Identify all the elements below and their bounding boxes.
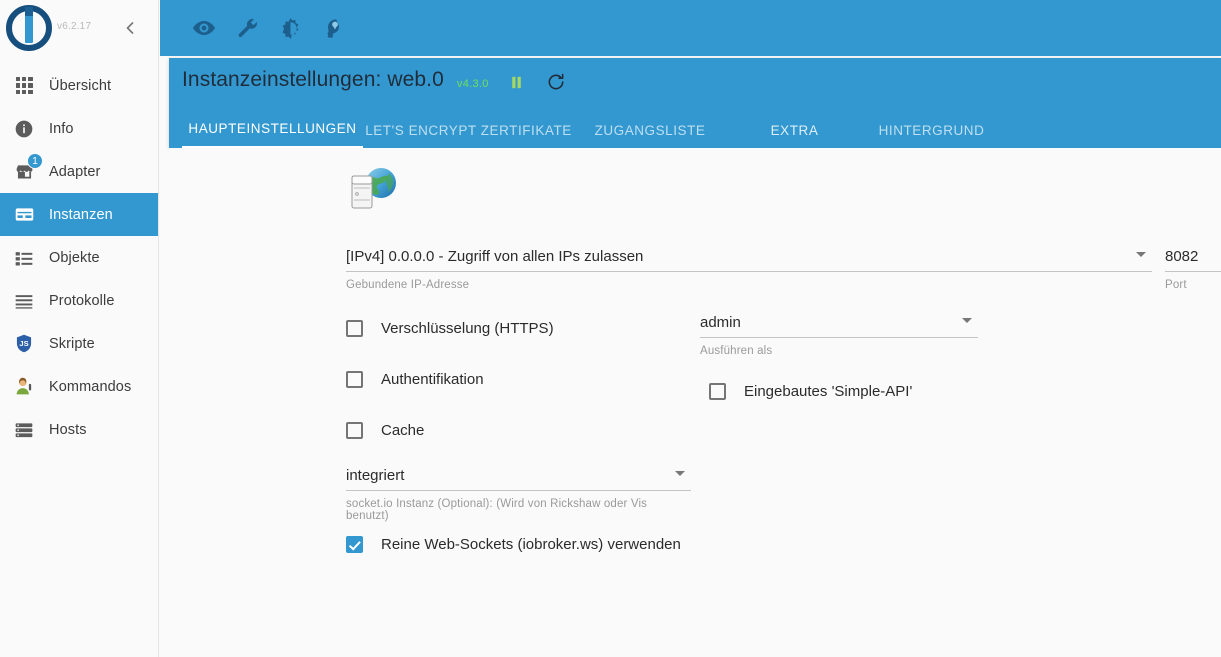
https-label: Verschlüsselung (HTTPS) xyxy=(381,320,554,337)
web-server-globe-icon xyxy=(346,166,401,214)
sidebar-item-label: Info xyxy=(49,120,74,137)
sidebar-item-objekte[interactable]: Objekte xyxy=(0,236,158,279)
sidebar-item-label: Übersicht xyxy=(49,77,112,94)
tab-lets-encrypt-zertifikate[interactable]: LET'S ENCRYPT ZERTIFIKATE xyxy=(363,123,574,148)
sidebar-item-uebersicht[interactable]: Übersicht xyxy=(0,64,158,107)
run-as-field[interactable]: Ausführen als xyxy=(700,314,978,357)
tab-zugangsliste[interactable]: ZUGANGSLISTE xyxy=(574,123,726,148)
card-header: Instanzeinstellungen: web.0 v4.3.0 xyxy=(182,68,567,92)
info-icon xyxy=(13,118,35,140)
port-input[interactable] xyxy=(1165,248,1221,272)
cache-label: Cache xyxy=(381,422,425,439)
refresh-icon[interactable] xyxy=(545,71,567,93)
pure-websockets-checkbox-row[interactable]: Reine Web-Sockets (iobroker.ws) verwende… xyxy=(346,536,681,553)
server-icon xyxy=(13,419,35,441)
iobroker-logo xyxy=(6,5,52,51)
pure-websockets-label: Reine Web-Sockets (iobroker.ws) verwende… xyxy=(381,536,681,553)
auth-checkbox-row[interactable]: Authentifikation xyxy=(346,371,484,388)
svg-text:JS: JS xyxy=(19,339,28,348)
port-field[interactable]: Port xyxy=(1165,248,1221,291)
sidebar-item-kommandos[interactable]: Kommandos xyxy=(0,365,158,408)
top-toolbar xyxy=(160,0,1221,56)
logs-icon xyxy=(13,290,35,312)
pure-websockets-checkbox[interactable] xyxy=(346,536,363,553)
auth-label: Authentifikation xyxy=(381,371,484,388)
instances-icon xyxy=(13,204,35,226)
sidebar-item-label: Adapter xyxy=(49,163,101,180)
sidebar-item-skripte[interactable]: JS Skripte xyxy=(0,322,158,365)
auth-checkbox[interactable] xyxy=(346,371,363,388)
https-checkbox[interactable] xyxy=(346,320,363,337)
bind-ip-input[interactable] xyxy=(346,248,1152,272)
list-icon xyxy=(13,247,35,269)
app-version: v6.2.17 xyxy=(57,21,92,32)
sidebar-item-label: Skripte xyxy=(49,335,95,352)
cache-checkbox-row[interactable]: Cache xyxy=(346,422,424,439)
chevron-left-icon[interactable] xyxy=(120,18,140,38)
adapter-version: v4.3.0 xyxy=(456,78,489,90)
app-root: v6.2.17 Übersicht Info 1 Adapter Instanz… xyxy=(0,0,1221,657)
run-as-help: Ausführen als xyxy=(700,345,773,357)
sidebar-item-hosts[interactable]: Hosts xyxy=(0,408,158,451)
https-checkbox-row[interactable]: Verschlüsselung (HTTPS) xyxy=(346,320,554,337)
simple-api-label: Eingebautes 'Simple-API' xyxy=(744,383,913,400)
main-area: Instanzeinstellungen: web.0 v4.3.0 HAUPT… xyxy=(160,0,1221,657)
adapter-update-badge: 1 xyxy=(27,152,43,169)
sidebar-item-info[interactable]: Info xyxy=(0,107,158,150)
sidebar-item-label: Kommandos xyxy=(49,378,132,395)
socketio-help: socket.io Instanz (Optional): (Wird von … xyxy=(346,498,648,522)
port-help: Port xyxy=(1165,279,1187,291)
grid-icon xyxy=(13,75,35,97)
tab-haupteinstellungen[interactable]: HAUPTEINSTELLUNGEN xyxy=(182,121,363,148)
tab-extra[interactable]: EXTRA xyxy=(726,123,863,148)
socketio-input[interactable] xyxy=(346,467,691,491)
instance-config-card: Instanzeinstellungen: web.0 v4.3.0 HAUPT… xyxy=(169,58,1221,148)
sidebar-nav: Übersicht Info 1 Adapter Instanzen Objek… xyxy=(0,64,158,451)
sidebar-item-label: Protokolle xyxy=(49,292,115,309)
logo-bar-cap xyxy=(25,7,33,16)
settings-form: Gebundene IP-Adresse Port Verschlüsselun… xyxy=(169,148,1221,657)
socketio-field[interactable]: socket.io Instanz (Optional): (Wird von … xyxy=(346,467,691,522)
eye-icon[interactable] xyxy=(192,16,216,40)
cache-checkbox[interactable] xyxy=(346,422,363,439)
bind-ip-field[interactable]: Gebundene IP-Adresse xyxy=(346,248,1152,291)
sidebar-item-label: Instanzen xyxy=(49,206,113,223)
run-as-input[interactable] xyxy=(700,314,978,338)
pause-icon[interactable] xyxy=(506,71,528,93)
js-shield-icon: JS xyxy=(13,333,35,355)
contrast-icon[interactable] xyxy=(278,16,302,40)
tab-hintergrund[interactable]: HINTERGRUND xyxy=(863,123,1000,148)
sidebar-item-instanzen[interactable]: Instanzen xyxy=(0,193,158,236)
page-title: Instanzeinstellungen: web.0 xyxy=(182,68,444,91)
shop-icon: 1 xyxy=(13,152,43,183)
sidebar-item-label: Objekte xyxy=(49,249,100,266)
sidebar-item-protokolle[interactable]: Protokolle xyxy=(0,279,158,322)
wrench-icon[interactable] xyxy=(235,16,259,40)
simple-api-checkbox[interactable] xyxy=(709,383,726,400)
tab-bar: HAUPTEINSTELLUNGEN LET'S ENCRYPT ZERTIFI… xyxy=(182,116,1000,148)
sidebar: v6.2.17 Übersicht Info 1 Adapter Instanz… xyxy=(0,0,159,657)
head-bulb-icon[interactable] xyxy=(321,16,345,40)
sidebar-header: v6.2.17 xyxy=(0,0,158,56)
simple-api-checkbox-row[interactable]: Eingebautes 'Simple-API' xyxy=(709,383,912,400)
sidebar-item-adapter[interactable]: 1 Adapter xyxy=(0,150,158,193)
sidebar-item-label: Hosts xyxy=(49,421,87,438)
person-icon xyxy=(13,376,35,398)
bind-ip-help: Gebundene IP-Adresse xyxy=(346,279,470,291)
